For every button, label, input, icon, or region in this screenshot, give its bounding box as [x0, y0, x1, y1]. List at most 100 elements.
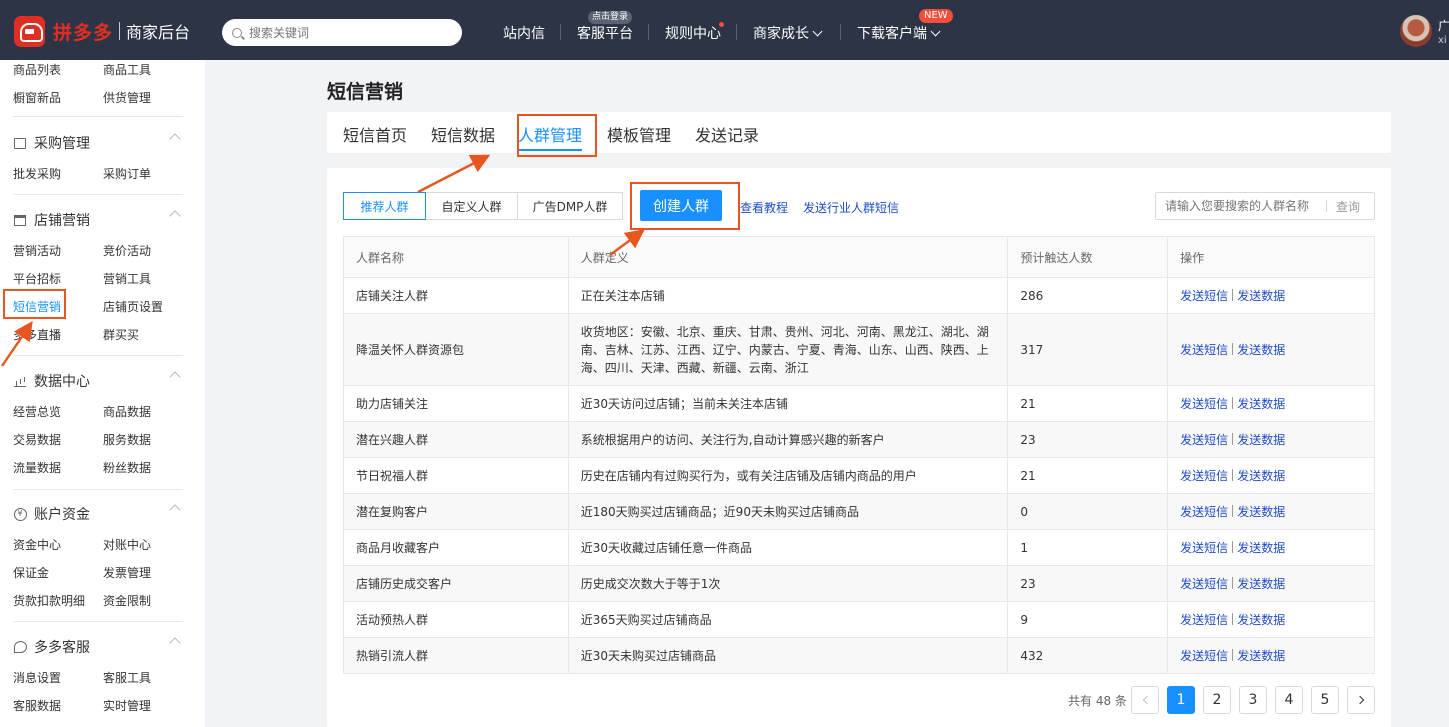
tab-template-management[interactable]: 模板管理 [607, 122, 671, 146]
tab-send-records[interactable]: 发送记录 [695, 122, 759, 146]
send-sms-link[interactable]: 发送短信 [1180, 505, 1228, 519]
global-search-box[interactable] [222, 19, 462, 46]
actions-cell: 发送短信 发送数据 [1167, 421, 1375, 458]
table-row: 商品月收藏客户 近30天收藏过店铺任意一件商品 1 发送短信 发送数据 [343, 529, 1375, 566]
pagination-page-3[interactable]: 3 [1239, 686, 1267, 714]
tab-sms-data[interactable]: 短信数据 [431, 122, 495, 146]
sidebar-item-transaction-data[interactable]: 交易数据 [13, 431, 61, 448]
sidebar-item-message-settings[interactable]: 消息设置 [13, 669, 61, 686]
send-sms-link[interactable]: 发送短信 [1180, 649, 1228, 663]
sidebar-item-service-data[interactable]: 服务数据 [103, 431, 151, 448]
tab-sms-home[interactable]: 短信首页 [343, 122, 407, 146]
collapse-caret-icon[interactable] [169, 371, 181, 383]
sidebar-item-marketing-events[interactable]: 营销活动 [13, 242, 61, 259]
sidebar-item-service-tools[interactable]: 客服工具 [103, 669, 151, 686]
send-data-link[interactable]: 发送数据 [1237, 289, 1285, 303]
send-sms-link[interactable]: 发送短信 [1180, 433, 1228, 447]
send-sms-link[interactable]: 发送短信 [1180, 289, 1228, 303]
annotation-box-create-button [630, 182, 740, 230]
sidebar-item-invoice[interactable]: 发票管理 [103, 564, 151, 581]
sidebar-item-realtime-management[interactable]: 实时管理 [103, 697, 151, 714]
send-data-link[interactable]: 发送数据 [1237, 343, 1285, 357]
sidebar-group-customer-service[interactable]: 多多客服 [13, 637, 90, 657]
pagination-next-button[interactable] [1347, 686, 1375, 714]
sidebar-item-traffic-data[interactable]: 流量数据 [13, 459, 61, 476]
nav-inbox[interactable]: 站内信 [503, 23, 545, 43]
sidebar-item-business-overview[interactable]: 经营总览 [13, 403, 61, 420]
segment-recommended-audience[interactable]: 推荐人群 [343, 192, 426, 220]
industry-audience-sms-link[interactable]: 发送行业人群短信 [803, 199, 899, 216]
sidebar-item-wholesale[interactable]: 批发采购 [13, 165, 61, 182]
sidebar-item-product-tools[interactable]: 商品工具 [103, 61, 151, 78]
send-data-link[interactable]: 发送数据 [1237, 613, 1285, 627]
send-data-link[interactable]: 发送数据 [1237, 649, 1285, 663]
send-data-link[interactable]: 发送数据 [1237, 541, 1285, 555]
sidebar-item-live-stream[interactable]: 多多直播 [13, 326, 61, 343]
nav-download-client[interactable]: 下载客户端 [857, 23, 941, 43]
sidebar-group-account-funds[interactable]: ¥ 账户资金 [13, 504, 90, 524]
sidebar-item-showcase-new[interactable]: 橱窗新品 [13, 89, 61, 106]
send-sms-link[interactable]: 发送短信 [1180, 577, 1228, 591]
sidebar-group-purchase[interactable]: 采购管理 [13, 133, 90, 153]
sidebar-item-reconciliation[interactable]: 对账中心 [103, 536, 151, 553]
sidebar-item-bidding-events[interactable]: 竞价活动 [103, 242, 151, 259]
sidebar-item-purchase-orders[interactable]: 采购订单 [103, 165, 151, 182]
sidebar-item-payment-deductions[interactable]: 货款扣款明细 [13, 592, 85, 609]
send-data-link[interactable]: 发送数据 [1237, 469, 1285, 483]
send-sms-link[interactable]: 发送短信 [1180, 541, 1228, 555]
nav-divider [560, 24, 561, 40]
sidebar-item-product-data[interactable]: 商品数据 [103, 403, 151, 420]
sidebar: 商品列表 商品工具 橱窗新品 供货管理 采购管理 批发采购 采购订单 店铺营销 … [0, 60, 205, 727]
send-data-link[interactable]: 发送数据 [1237, 397, 1285, 411]
segment-custom-audience[interactable]: 自定义人群 [425, 192, 518, 220]
sidebar-group-data-center[interactable]: 数据中心 [13, 371, 90, 391]
sidebar-item-store-page-settings[interactable]: 店铺页设置 [103, 298, 163, 315]
nav-merchant-growth[interactable]: 商家成长 [753, 23, 823, 43]
collapse-caret-icon[interactable] [169, 637, 181, 649]
sidebar-item-fans-data[interactable]: 粉丝数据 [103, 459, 151, 476]
sidebar-item-platform-tender[interactable]: 平台招标 [13, 270, 61, 287]
table-row: 降温关怀人群资源包 收货地区：安徽、北京、重庆、甘肃、贵州、河北、河南、黑龙江、湖… [343, 313, 1375, 386]
action-divider [1232, 342, 1234, 355]
sidebar-item-supply-management[interactable]: 供货管理 [103, 89, 151, 106]
query-button[interactable]: 查询 [1336, 198, 1360, 215]
sidebar-item-marketing-tools[interactable]: 营销工具 [103, 270, 151, 287]
sidebar-group-title: 数据中心 [34, 374, 90, 390]
send-sms-link[interactable]: 发送短信 [1180, 613, 1228, 627]
collapse-caret-icon[interactable] [169, 210, 181, 222]
send-sms-link[interactable]: 发送短信 [1180, 343, 1228, 357]
send-sms-link[interactable]: 发送短信 [1180, 397, 1228, 411]
send-sms-link[interactable]: 发送短信 [1180, 469, 1228, 483]
login-badge[interactable]: 点击登录 [588, 11, 633, 24]
pagination-page-1[interactable]: 1 [1167, 686, 1195, 714]
sidebar-item-service-data-cs[interactable]: 客服数据 [13, 697, 61, 714]
pagination-page-2[interactable]: 2 [1203, 686, 1231, 714]
nav-rules-center[interactable]: 规则中心 [665, 23, 721, 43]
view-tutorial-link[interactable]: 查看教程 [740, 199, 788, 216]
nav-customer-service[interactable]: 客服平台 [577, 23, 633, 43]
collapse-caret-icon[interactable] [169, 504, 181, 516]
sidebar-item-funds-center[interactable]: 资金中心 [13, 536, 61, 553]
pagination-prev-button[interactable] [1131, 686, 1159, 714]
brand-subtitle: 商家后台 [126, 23, 191, 42]
sidebar-item-fund-limits[interactable]: 资金限制 [103, 592, 151, 609]
sidebar-item-product-list[interactable]: 商品列表 [13, 61, 61, 78]
send-data-link[interactable]: 发送数据 [1237, 433, 1285, 447]
action-divider [1232, 505, 1234, 517]
audience-name-cell: 热销引流人群 [343, 637, 569, 674]
user-avatar[interactable] [1400, 15, 1432, 47]
pagination-page-4[interactable]: 4 [1275, 686, 1303, 714]
global-search-input[interactable] [249, 25, 439, 40]
estimated-reach-cell: 1 [1007, 529, 1169, 566]
send-data-link[interactable]: 发送数据 [1237, 505, 1285, 519]
sidebar-item-deposit[interactable]: 保证金 [13, 564, 49, 581]
sidebar-item-group-buy[interactable]: 群买买 [103, 326, 139, 343]
user-name[interactable]: 广 [1438, 17, 1449, 34]
brand-logo[interactable]: 拼多多 商家后台 [14, 15, 191, 47]
sidebar-group-store-marketing[interactable]: 店铺营销 [13, 210, 90, 230]
collapse-caret-icon[interactable] [169, 133, 181, 145]
segment-dmp-audience[interactable]: 广告DMP人群 [517, 192, 623, 220]
send-data-link[interactable]: 发送数据 [1237, 577, 1285, 591]
audience-search-input[interactable] [1156, 199, 1326, 213]
pagination-page-5[interactable]: 5 [1311, 686, 1339, 714]
